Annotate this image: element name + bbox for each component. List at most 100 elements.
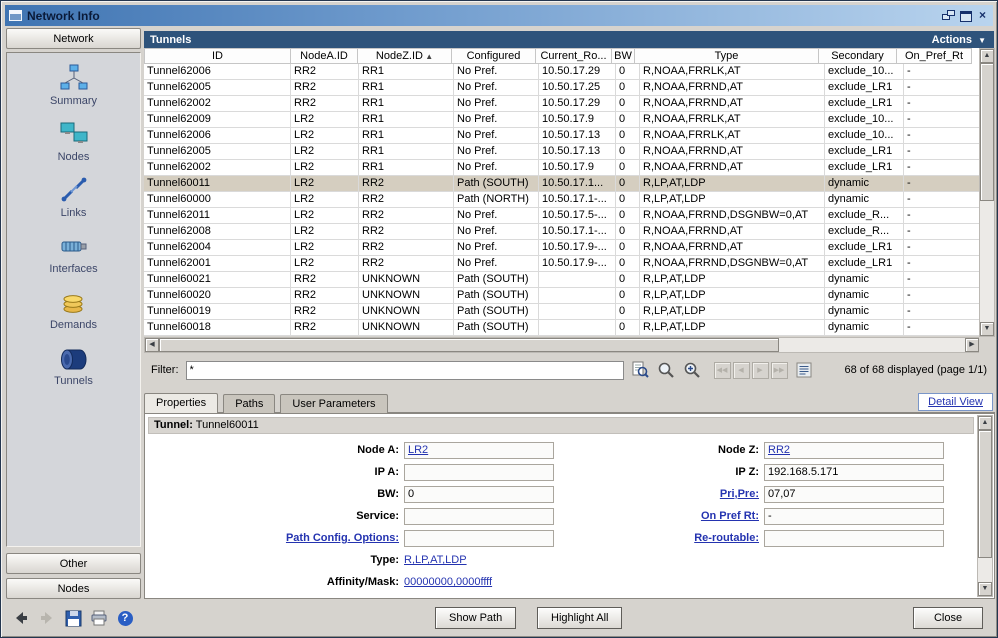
network-info-window: Network Info × Network Summary Nodes [0, 0, 998, 638]
table-cell: Tunnel62009 [144, 112, 291, 128]
scroll-down-icon[interactable]: ▼ [978, 582, 992, 596]
actions-menu-button[interactable]: Actions ▼ [932, 34, 994, 46]
scroll-right-icon[interactable]: ▶ [965, 338, 979, 352]
tab-paths[interactable]: Paths [223, 394, 275, 413]
field-label[interactable]: Path Config. Options: [149, 532, 404, 544]
table-row[interactable]: Tunnel62002RR2RR1No Pref.10.50.17.290R,N… [144, 96, 980, 112]
last-page-icon[interactable]: ▶▶ [771, 362, 788, 379]
scroll-thumb[interactable] [159, 338, 779, 352]
zoom-in-icon[interactable] [682, 361, 702, 379]
properties-scrollbar[interactable]: ▲ ▼ [977, 415, 993, 597]
column-header[interactable]: Secondary [818, 48, 897, 64]
column-header[interactable]: On_Pref_Rt [896, 48, 972, 64]
table-row[interactable]: Tunnel62006RR2RR1No Pref.10.50.17.290R,N… [144, 64, 980, 80]
sidebar-item-demands[interactable]: Demands [7, 287, 140, 331]
table-cell: Tunnel60011 [144, 176, 291, 192]
table-row[interactable]: Tunnel62002LR2RR1No Pref.10.50.17.90R,NO… [144, 160, 980, 176]
field-value-box[interactable]: - [764, 508, 944, 525]
field-label[interactable]: Re-routable: [564, 532, 764, 544]
table-cell: No Pref. [454, 256, 539, 272]
sidebar-item-label: Summary [50, 95, 97, 107]
column-header[interactable]: BW [611, 48, 635, 64]
zoom-icon[interactable] [656, 361, 676, 379]
field-value[interactable]: 00000000,0000ffff [404, 576, 492, 588]
close-window-icon[interactable]: × [976, 9, 989, 22]
table-row[interactable]: Tunnel60018RR2UNKNOWNPath (SOUTH)0R,LP,A… [144, 320, 980, 336]
table-row[interactable]: Tunnel60011LR2RR2Path (SOUTH)10.50.17.1.… [144, 176, 980, 192]
scroll-up-icon[interactable]: ▲ [978, 416, 992, 430]
filter-input[interactable] [186, 361, 624, 380]
table-row[interactable]: Tunnel62001LR2RR2No Pref.10.50.17.9-...0… [144, 256, 980, 272]
table-cell: LR2 [291, 144, 359, 160]
column-header[interactable]: ID [144, 48, 291, 64]
print-icon[interactable] [90, 609, 108, 627]
sidebar-header-network[interactable]: Network [6, 28, 141, 49]
column-header[interactable]: Current_Ro... [535, 48, 612, 64]
scroll-thumb[interactable] [978, 430, 992, 558]
first-page-icon[interactable]: ◀◀ [714, 362, 731, 379]
close-button[interactable]: Close [913, 607, 983, 629]
column-header[interactable]: Configured [451, 48, 536, 64]
field-value-box[interactable]: 0 [404, 486, 554, 503]
table-cell: 0 [616, 80, 640, 96]
show-path-button[interactable]: Show Path [435, 607, 516, 629]
table-row[interactable]: Tunnel60000LR2RR2Path (NORTH)10.50.17.1-… [144, 192, 980, 208]
table-row[interactable]: Tunnel62008LR2RR2No Pref.10.50.17.1-...0… [144, 224, 980, 240]
scroll-up-icon[interactable]: ▲ [980, 49, 994, 63]
help-icon[interactable]: ? [116, 609, 134, 627]
table-row[interactable]: Tunnel62004LR2RR2No Pref.10.50.17.9-...0… [144, 240, 980, 256]
field-value-box[interactable]: RR2 [764, 442, 944, 459]
highlight-all-button[interactable]: Highlight All [537, 607, 622, 629]
table-horizontal-scrollbar[interactable]: ◀ ▶ [144, 337, 980, 353]
tab-user-parameters[interactable]: User Parameters [280, 394, 387, 413]
table-row[interactable]: Tunnel60020RR2UNKNOWNPath (SOUTH)0R,LP,A… [144, 288, 980, 304]
sidebar-section-nodes[interactable]: Nodes [6, 578, 141, 599]
field-label[interactable]: Pri,Pre: [564, 488, 764, 500]
table-cell [539, 304, 616, 320]
table-cell: 0 [616, 224, 640, 240]
save-icon[interactable] [64, 609, 82, 627]
column-header[interactable]: NodeZ.ID ▲ [357, 48, 452, 64]
sidebar-item-summary[interactable]: Summary [7, 63, 140, 107]
sidebar-item-tunnels[interactable]: Tunnels [7, 343, 140, 387]
forward-icon[interactable] [38, 609, 56, 627]
tab-properties[interactable]: Properties [144, 393, 218, 413]
field-value-box[interactable]: 07,07 [764, 486, 944, 503]
column-header[interactable]: NodeA.ID [290, 48, 358, 64]
scroll-down-icon[interactable]: ▼ [980, 322, 994, 336]
table-row[interactable]: Tunnel62005RR2RR1No Pref.10.50.17.250R,N… [144, 80, 980, 96]
field-value-box[interactable]: LR2 [404, 442, 554, 459]
field-value[interactable]: R,LP,AT,LDP [404, 554, 467, 566]
maximize-icon[interactable] [960, 11, 972, 22]
field-label[interactable]: On Pref Rt: [564, 510, 764, 522]
scroll-left-icon[interactable]: ◀ [145, 338, 159, 352]
detach-window-icon[interactable] [941, 9, 956, 22]
table-vertical-scrollbar[interactable]: ▲ ▼ [979, 48, 995, 337]
table-row[interactable]: Tunnel60021RR2UNKNOWNPath (SOUTH)0R,LP,A… [144, 272, 980, 288]
field-value-box[interactable]: 192.168.5.171 [764, 464, 944, 481]
field-value-box[interactable] [764, 530, 944, 547]
page-list-icon[interactable] [794, 361, 814, 379]
table-row[interactable]: Tunnel62011LR2RR2No Pref.10.50.17.5-...0… [144, 208, 980, 224]
scroll-thumb[interactable] [980, 63, 994, 201]
prev-page-icon[interactable]: ◀ [733, 362, 750, 379]
table-row[interactable]: Tunnel60019RR2UNKNOWNPath (SOUTH)0R,LP,A… [144, 304, 980, 320]
sidebar-item-nodes[interactable]: Nodes [7, 119, 140, 163]
back-icon[interactable] [12, 609, 30, 627]
sidebar-section-other[interactable]: Other [6, 553, 141, 574]
table-cell: No Pref. [454, 208, 539, 224]
sidebar-item-links[interactable]: Links [7, 175, 140, 219]
table-cell: R,LP,AT,LDP [640, 192, 825, 208]
titlebar[interactable]: Network Info × [5, 5, 993, 26]
sidebar-item-interfaces[interactable]: Interfaces [7, 231, 140, 275]
table-row[interactable]: Tunnel62006LR2RR1No Pref.10.50.17.130R,N… [144, 128, 980, 144]
field-value-box[interactable] [404, 464, 554, 481]
field-value-box[interactable] [404, 530, 554, 547]
filter-search-icon[interactable] [630, 361, 650, 379]
column-header[interactable]: Type [634, 48, 819, 64]
table-row[interactable]: Tunnel62009LR2RR1No Pref.10.50.17.90R,NO… [144, 112, 980, 128]
field-value-box[interactable] [404, 508, 554, 525]
next-page-icon[interactable]: ▶ [752, 362, 769, 379]
detail-view-button[interactable]: Detail View [918, 393, 993, 411]
table-row[interactable]: Tunnel62005LR2RR1No Pref.10.50.17.130R,N… [144, 144, 980, 160]
